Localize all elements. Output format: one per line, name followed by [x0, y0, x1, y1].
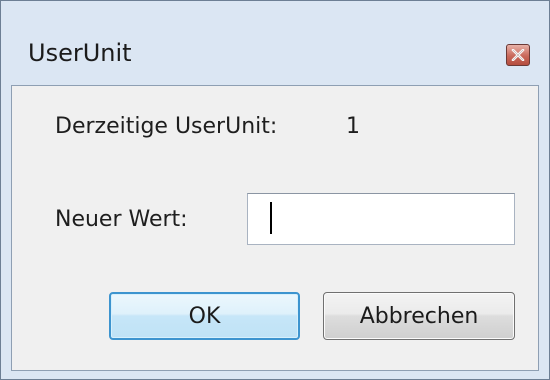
title-bar[interactable]: UserUnit: [1, 1, 549, 85]
current-userunit-label: Derzeitige UserUnit:: [55, 114, 278, 139]
window-title: UserUnit: [28, 39, 132, 67]
ok-button[interactable]: OK: [109, 292, 300, 340]
new-value-input[interactable]: [247, 193, 515, 245]
text-caret: [270, 202, 272, 234]
close-icon: [511, 49, 525, 61]
close-button[interactable]: [506, 44, 530, 66]
new-value-label: Neuer Wert:: [55, 207, 188, 232]
userunit-dialog: UserUnit Derzeitige UserUnit: 1 Neuer We…: [0, 0, 550, 380]
dialog-client-area: Derzeitige UserUnit: 1 Neuer Wert: OK Ab…: [11, 85, 539, 371]
cancel-button[interactable]: Abbrechen: [323, 292, 515, 340]
current-userunit-value: 1: [346, 114, 360, 139]
